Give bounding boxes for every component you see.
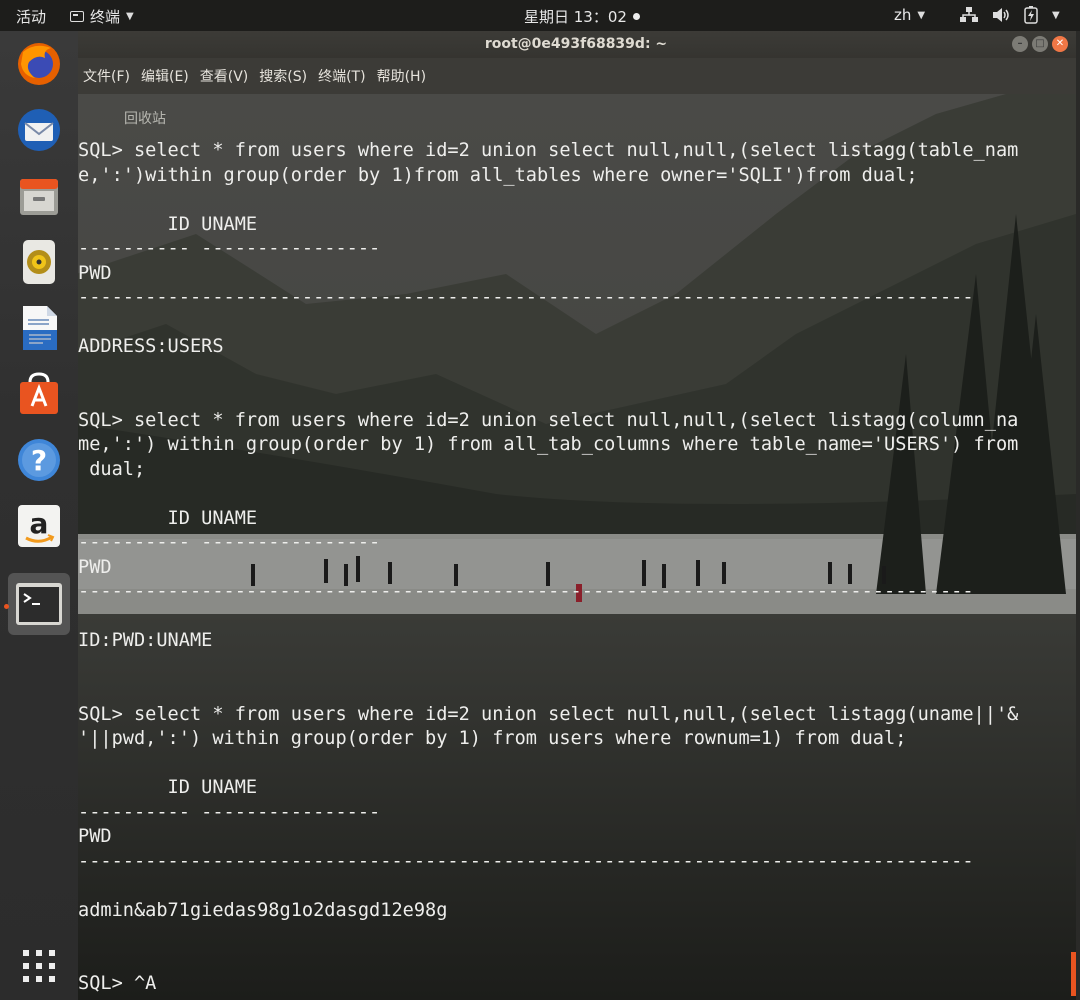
terminal-line: me,':') within group(order by 1) from al…: [78, 434, 1019, 455]
minimize-button[interactable]: –: [1012, 36, 1028, 52]
notification-dot-icon: [632, 13, 640, 20]
terminal-line: ---------- ----------------: [78, 238, 381, 259]
terminal-line: ----------------------------------------…: [78, 850, 974, 872]
libreoffice-writer-icon[interactable]: [14, 303, 64, 353]
menu-item-1[interactable]: 编辑(E): [141, 64, 189, 88]
clock-label: 星期日 13：02: [524, 8, 627, 26]
software-center-icon[interactable]: [14, 369, 64, 419]
window-titlebar[interactable]: root@0e493f68839d: ~ – □ ✕: [76, 31, 1076, 58]
network-icon: [960, 7, 978, 22]
terminal-line: dual;: [78, 458, 146, 480]
terminal-output: SQL> select * from users where id=2 unio…: [78, 139, 1068, 997]
terminal-line: PWD: [78, 826, 112, 847]
system-tray[interactable]: ▼: [960, 6, 1060, 24]
terminal-line: ----------------------------------------…: [78, 581, 974, 602]
svg-text:?: ?: [31, 444, 47, 477]
terminal-line: SQL> select * from users where id=2 unio…: [78, 140, 1019, 161]
terminal-line: SQL> select * from users where id=2 unio…: [78, 703, 1019, 725]
terminal-line: e,':')within group(order by 1)from all_t…: [78, 164, 918, 186]
close-button[interactable]: ✕: [1052, 36, 1068, 52]
amazon-icon[interactable]: a: [14, 501, 64, 551]
menu-item-0[interactable]: 文件(F): [83, 64, 130, 88]
scrollbar-indicator[interactable]: [1071, 952, 1076, 996]
show-applications-icon[interactable]: [14, 941, 64, 991]
app-menu[interactable]: 终端 ▼: [70, 6, 134, 27]
battery-icon: [1024, 6, 1038, 24]
chevron-down-icon: ▼: [1052, 9, 1060, 21]
menu-item-3[interactable]: 搜索(S): [259, 64, 307, 88]
terminal-line: ---------- ----------------: [78, 532, 381, 553]
thunderbird-icon[interactable]: [14, 105, 64, 155]
menu-item-2[interactable]: 查看(V): [200, 64, 249, 88]
top-bar: 活动 终端 ▼ 星期日 13：02 zh ▼ ▼: [0, 0, 1080, 31]
terminal-line: ADDRESS:USERS: [78, 336, 224, 357]
rhythmbox-icon[interactable]: [14, 237, 64, 287]
menu-item-5[interactable]: 帮助(H): [377, 64, 426, 88]
dock: ? a: [0, 31, 78, 1000]
chevron-down-icon: ▼: [126, 11, 134, 22]
maximize-button[interactable]: □: [1032, 36, 1048, 52]
terminal-line: ---------- ----------------: [78, 801, 381, 823]
help-icon[interactable]: ?: [14, 435, 64, 485]
chevron-down-icon: ▼: [917, 9, 926, 21]
terminal-small-icon: [70, 11, 84, 22]
terminal-line: ID UNAME: [78, 777, 258, 798]
terminal-line: ID UNAME: [78, 213, 258, 235]
terminal-window: root@0e493f68839d: ~ – □ ✕ 文件(F) 编辑(E) 查看(…: [76, 31, 1076, 1000]
desktop-screen: 活动 终端 ▼ 星期日 13：02 zh ▼ ▼ ? a root@0e493f…: [0, 0, 1080, 1000]
firefox-icon[interactable]: [14, 39, 64, 89]
terminal-line: '||pwd,':') within group(order by 1) fro…: [78, 728, 907, 749]
input-method-menu[interactable]: zh ▼: [894, 6, 925, 24]
trash-desktop-label: 回收站: [124, 111, 166, 127]
terminal-line: SQL> ^A: [78, 973, 157, 994]
terminal-line: ----------------------------------------…: [78, 287, 974, 308]
running-indicator: [4, 604, 9, 609]
menu-item-4[interactable]: 终端(T): [318, 64, 365, 88]
terminal-line: ID UNAME: [78, 507, 258, 529]
svg-text:a: a: [30, 507, 49, 540]
window-title: root@0e493f68839d: ~: [484, 36, 668, 52]
terminal-view[interactable]: 回收站 SQL> select * from users where id=2 …: [76, 94, 1076, 1000]
clock[interactable]: 星期日 13：02: [524, 6, 640, 27]
terminal-line: PWD: [78, 262, 112, 284]
terminal-line: ID:PWD:UNAME: [78, 630, 213, 651]
terminal-line: PWD: [78, 556, 112, 578]
app-menu-label: 终端: [90, 8, 121, 26]
menu-bar: 文件(F) 编辑(E) 查看(V) 搜索(S) 终端(T) 帮助(H): [76, 58, 1076, 94]
terminal-line: SQL> select * from users where id=2 unio…: [78, 409, 1019, 431]
terminal-icon[interactable]: [14, 579, 64, 629]
activities-button[interactable]: 活动: [16, 6, 46, 27]
files-icon[interactable]: [14, 171, 64, 221]
volume-icon: [993, 8, 1009, 22]
window-controls: – □ ✕: [1012, 36, 1068, 52]
input-method-label: zh: [894, 6, 912, 24]
terminal-line: admin&ab71giedas98g1o2dasgd12e98g: [78, 899, 448, 921]
